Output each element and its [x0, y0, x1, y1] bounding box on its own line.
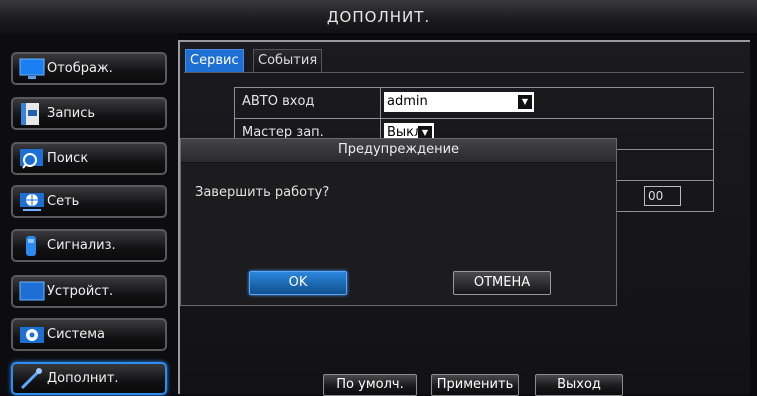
search-icon	[19, 147, 43, 169]
sidebar: Отображ. Запись Поиск Сеть Сигнализ. Уст…	[0, 34, 178, 395]
apply-button[interactable]: Применить	[431, 374, 519, 396]
record-icon	[19, 102, 41, 125]
wrench-icon	[19, 367, 42, 390]
sidebar-item-label: Сигнализ.	[47, 238, 116, 253]
sidebar-item-search[interactable]: Поиск	[11, 142, 167, 175]
window-title: ДОПОЛНИТ.	[0, 0, 757, 35]
sidebar-item-label: Отображ.	[47, 61, 113, 76]
sidebar-item-label: Система	[47, 327, 106, 342]
value-field[interactable]: 00	[644, 186, 681, 206]
alarm-icon	[19, 234, 41, 256]
sidebar-item-display[interactable]: Отображ.	[11, 52, 167, 85]
sidebar-item-label: Дополнит.	[47, 371, 119, 386]
tab-divider	[184, 72, 744, 73]
network-icon	[19, 190, 44, 212]
sidebar-item-record[interactable]: Запись	[11, 97, 167, 130]
device-icon	[19, 280, 45, 302]
gear-icon	[19, 323, 44, 345]
tab-events[interactable]: События	[253, 49, 323, 73]
dialog-message: Завершить работу?	[195, 185, 330, 200]
sidebar-item-alarm[interactable]: Сигнализ.	[11, 229, 167, 262]
auto-login-select[interactable]: admin ▼	[384, 92, 534, 112]
sidebar-item-label: Устройст.	[47, 284, 114, 299]
default-button[interactable]: По умолч.	[323, 374, 417, 396]
sidebar-item-system[interactable]: Система	[11, 318, 167, 351]
tab-service[interactable]: Сервис	[185, 49, 244, 73]
settings-row-auto-login: АВТО вход admin ▼	[235, 88, 713, 119]
auto-login-value: admin	[387, 94, 428, 109]
sidebar-item-label: Сеть	[47, 194, 80, 209]
monitor-icon	[19, 57, 45, 79]
sidebar-item-label: Запись	[47, 106, 96, 121]
sidebar-item-label: Поиск	[47, 151, 89, 166]
dialog-title: Предупреждение	[181, 139, 616, 163]
auto-login-label: АВТО вход	[235, 88, 381, 118]
chevron-down-icon: ▼	[518, 95, 532, 109]
ok-button[interactable]: OK	[249, 271, 347, 295]
sidebar-item-advanced[interactable]: Дополнит.	[11, 362, 167, 395]
warning-dialog: Предупреждение Завершить работу? OK ОТМЕ…	[180, 138, 617, 306]
exit-button[interactable]: Выход	[535, 374, 623, 396]
cancel-button[interactable]: ОТМЕНА	[453, 271, 551, 295]
sidebar-item-network[interactable]: Сеть	[11, 185, 167, 218]
sidebar-item-device[interactable]: Устройст.	[11, 275, 167, 308]
